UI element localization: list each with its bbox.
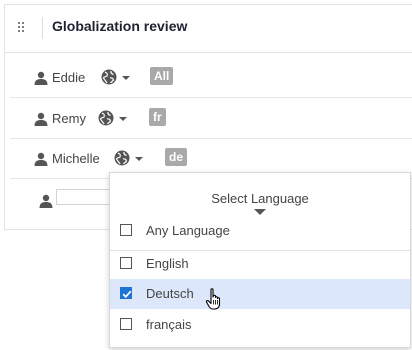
user-name: Remy — [52, 111, 86, 126]
user-name: Michelle — [52, 151, 100, 166]
option-label: Any Language — [146, 223, 230, 238]
language-badge: de — [165, 148, 188, 166]
language-dropdown-button[interactable] — [114, 150, 148, 168]
user-row: Eddie All — [10, 57, 412, 98]
globe-icon — [101, 69, 117, 85]
panel-header: Globalization review — [5, 5, 412, 53]
panel-title: Globalization review — [52, 18, 188, 34]
dropdown-title: Select Language — [211, 191, 309, 206]
checkbox[interactable] — [120, 224, 132, 236]
globe-icon — [114, 150, 130, 166]
language-badge: All — [150, 67, 174, 85]
person-icon — [34, 112, 48, 126]
caret-down-icon — [122, 76, 130, 80]
checkbox-checked[interactable] — [120, 287, 132, 299]
checkbox[interactable] — [120, 257, 132, 269]
option-label: Deutsch — [146, 286, 194, 301]
person-icon — [39, 194, 53, 208]
person-icon — [34, 71, 48, 85]
language-badge: fr — [149, 108, 166, 126]
check-icon — [122, 290, 132, 299]
caret-down-icon — [254, 209, 266, 215]
option-label: français — [146, 317, 192, 332]
option-label: English — [146, 256, 189, 271]
language-option-deutsch[interactable]: Deutsch — [110, 279, 410, 309]
language-option-any[interactable]: Any Language — [110, 216, 410, 246]
drag-handle-icon[interactable] — [18, 22, 26, 34]
user-name: Eddie — [52, 70, 86, 85]
new-user-input[interactable] — [56, 189, 111, 205]
language-option-english[interactable]: English — [110, 249, 410, 279]
header-divider — [42, 17, 43, 39]
language-dropdown-button[interactable] — [101, 69, 135, 87]
checkbox[interactable] — [120, 318, 132, 330]
language-dropdown: Select Language Any Language English Deu… — [109, 172, 411, 348]
language-option-francais[interactable]: français — [110, 310, 410, 340]
language-dropdown-button[interactable] — [98, 110, 132, 128]
person-icon — [34, 152, 48, 166]
caret-down-icon — [135, 157, 143, 161]
globe-icon — [98, 110, 114, 126]
user-row: Remy fr — [10, 98, 412, 139]
caret-down-icon — [119, 117, 127, 121]
